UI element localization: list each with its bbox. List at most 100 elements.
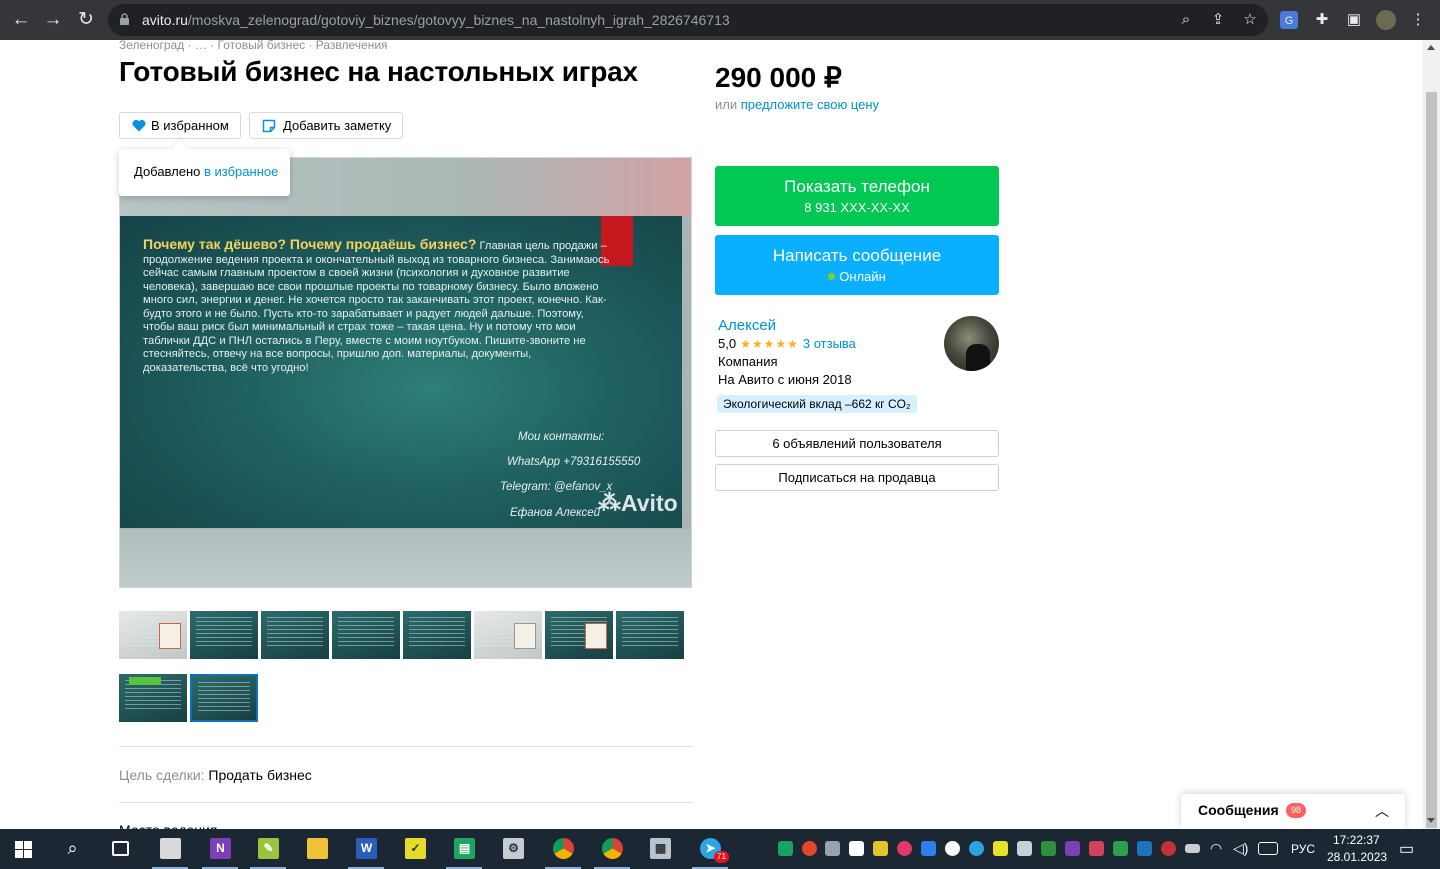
photo-thumbnail[interactable] — [119, 674, 187, 722]
taskbar-app-explorer[interactable] — [293, 829, 341, 869]
seller-type: Компания — [718, 354, 778, 369]
language-indicator[interactable]: РУС — [1291, 842, 1315, 856]
url-text[interactable]: avito.ru/moskva_zelenograd/gotoviy_bizne… — [142, 12, 730, 28]
eco-badge[interactable]: Экологический вклад –662 кг CO₂ — [717, 395, 917, 413]
tray-record-icon[interactable] — [897, 841, 912, 856]
photo-thumbnail[interactable] — [403, 611, 471, 659]
photo-thumbnail[interactable] — [190, 611, 258, 659]
taskbar-app-calculator[interactable]: ▦ — [636, 829, 684, 869]
taskbar-app-telegram[interactable]: ➤ 71 — [686, 829, 734, 869]
search-icon[interactable]: ⌕ — [48, 829, 96, 869]
photo-thumbnail[interactable] — [261, 611, 329, 659]
tooltip-favorites-link[interactable]: в избранное — [204, 164, 278, 179]
windows-logo-icon — [15, 841, 32, 858]
favorite-tooltip: Добавлено в избранное — [119, 140, 290, 196]
start-button[interactable] — [0, 829, 48, 869]
tray-ribbon-icon[interactable] — [1089, 841, 1104, 856]
taskbar-app-sticky[interactable]: ✓ — [391, 829, 439, 869]
tray-shield-icon[interactable] — [778, 841, 793, 856]
phone-mask: 8 931 XXX-XX-XX — [804, 200, 910, 215]
messages-widget[interactable]: Сообщения 98 ︿ — [1181, 794, 1405, 829]
seller-avatar[interactable] — [944, 316, 999, 371]
forward-icon[interactable]: → — [41, 8, 65, 32]
page-scrollbar[interactable] — [1423, 40, 1440, 829]
photo-thumbnail[interactable] — [119, 611, 187, 659]
photo-thumbnail[interactable] — [616, 611, 684, 659]
taskbar-app-onenote[interactable]: N — [196, 829, 244, 869]
subscribe-seller-button[interactable]: Подписаться на продавца — [715, 464, 999, 491]
thumbnail-image — [514, 623, 536, 649]
tray-doc-icon[interactable] — [849, 841, 864, 856]
taskbar-app-notes[interactable]: ✎ — [244, 829, 292, 869]
back-icon[interactable]: ← — [9, 8, 33, 32]
tray-notes-icon[interactable] — [873, 841, 888, 856]
clock-time[interactable]: 17:22:37 — [1333, 833, 1380, 847]
wifi-icon[interactable]: ◠ — [1210, 840, 1222, 857]
slide-question: Почему так дёшево? Почему продаёшь бизне… — [143, 236, 477, 252]
next-param-label: Место ведения — [119, 822, 217, 829]
thumbnail-image — [159, 623, 181, 649]
add-note-button[interactable]: Добавить заметку — [249, 112, 404, 139]
photo-thumbnail[interactable] — [332, 611, 400, 659]
tray-bug-icon[interactable] — [1161, 841, 1176, 856]
tray-fx-icon[interactable] — [1137, 841, 1152, 856]
tray-screenshot-icon[interactable] — [921, 841, 936, 856]
photo-thumbnail[interactable] — [474, 611, 542, 659]
breadcrumb[interactable]: Зеленоград · … · Готовый бизнес · Развле… — [119, 38, 388, 52]
slide-text: Почему так дёшево? Почему продаёшь бизне… — [143, 236, 613, 375]
taskbar-app-word[interactable]: W — [342, 829, 390, 869]
tray-skype-icon[interactable] — [945, 841, 960, 856]
sidepanel-icon[interactable]: ▣ — [1344, 10, 1364, 30]
notifications-icon[interactable]: ▭ — [1399, 839, 1414, 859]
show-phone-label: Показать телефон — [784, 177, 930, 196]
translate-icon[interactable]: G — [1280, 11, 1298, 29]
show-phone-button[interactable]: Показать телефон 8 931 XXX-XX-XX — [715, 166, 999, 226]
scroll-down-icon[interactable] — [1427, 818, 1435, 823]
task-view-icon[interactable] — [96, 829, 144, 869]
profile-avatar[interactable] — [1376, 10, 1396, 30]
taskbar-app-sheets[interactable]: ▤ — [440, 829, 488, 869]
write-message-button[interactable]: Написать сообщение Онлайн — [715, 235, 999, 295]
offer-prefix: или — [715, 97, 738, 112]
scroll-thumb[interactable] — [1426, 92, 1437, 828]
extensions-icon[interactable]: ✚ — [1312, 10, 1332, 30]
user-ads-button[interactable]: 6 объявлений пользователя — [715, 430, 999, 457]
tray-window-icon[interactable] — [1017, 841, 1032, 856]
tray-monitor-icon[interactable] — [825, 841, 840, 856]
keyboard-icon[interactable] — [1258, 842, 1278, 855]
write-message-label: Написать сообщение — [772, 246, 942, 265]
menu-dots-icon[interactable]: ⋮ — [1408, 10, 1428, 30]
tooltip-arrow — [171, 140, 188, 157]
taskbar-app-files[interactable] — [146, 829, 194, 869]
scroll-up-icon[interactable] — [1427, 45, 1435, 50]
battery-icon[interactable] — [1185, 844, 1200, 853]
photo-thumbnail-selected[interactable] — [190, 674, 258, 722]
share-icon[interactable]: ⇪ — [1208, 10, 1228, 30]
tray-globe-icon[interactable] — [1041, 841, 1056, 856]
clock-date[interactable]: 28.01.2023 — [1327, 850, 1387, 864]
tray-cloud-icon[interactable] — [969, 841, 984, 856]
tray-check-icon[interactable] — [993, 841, 1008, 856]
tray-triangle-icon[interactable] — [1113, 841, 1128, 856]
offer-price-link[interactable]: предложите свою цену — [741, 97, 879, 112]
zoom-icon[interactable]: ⌕ — [1176, 10, 1196, 30]
thumbnail-image — [585, 623, 607, 649]
reload-icon[interactable]: ↻ — [74, 8, 98, 32]
volume-icon[interactable]: ◁) — [1233, 840, 1248, 857]
reviews-link[interactable]: 3 отзыва — [803, 336, 856, 351]
tray-app-icon[interactable] — [802, 841, 817, 856]
lock-icon — [120, 13, 129, 25]
taskbar-app-chrome[interactable] — [588, 829, 636, 869]
favorite-button[interactable]: В избранном — [119, 112, 241, 139]
contacts-whatsapp: WhatsApp +79316155550 — [507, 456, 641, 468]
seller-name[interactable]: Алексей — [718, 317, 776, 334]
taskbar-app-chrome-profile[interactable] — [539, 829, 587, 869]
messages-label: Сообщения — [1198, 802, 1279, 818]
main-photo[interactable]: Почему так дёшево? Почему продаёшь бизне… — [119, 157, 692, 588]
photo-thumbnail[interactable] — [545, 611, 613, 659]
bookmark-star-icon[interactable]: ☆ — [1240, 10, 1260, 30]
tray-onenote-icon[interactable] — [1065, 841, 1080, 856]
chevron-up-icon[interactable]: ︿ — [1375, 801, 1389, 821]
taskbar-app-tool[interactable]: ⚙ — [489, 829, 537, 869]
address-bar[interactable]: avito.ru/moskva_zelenograd/gotoviy_bizne… — [108, 4, 1268, 36]
